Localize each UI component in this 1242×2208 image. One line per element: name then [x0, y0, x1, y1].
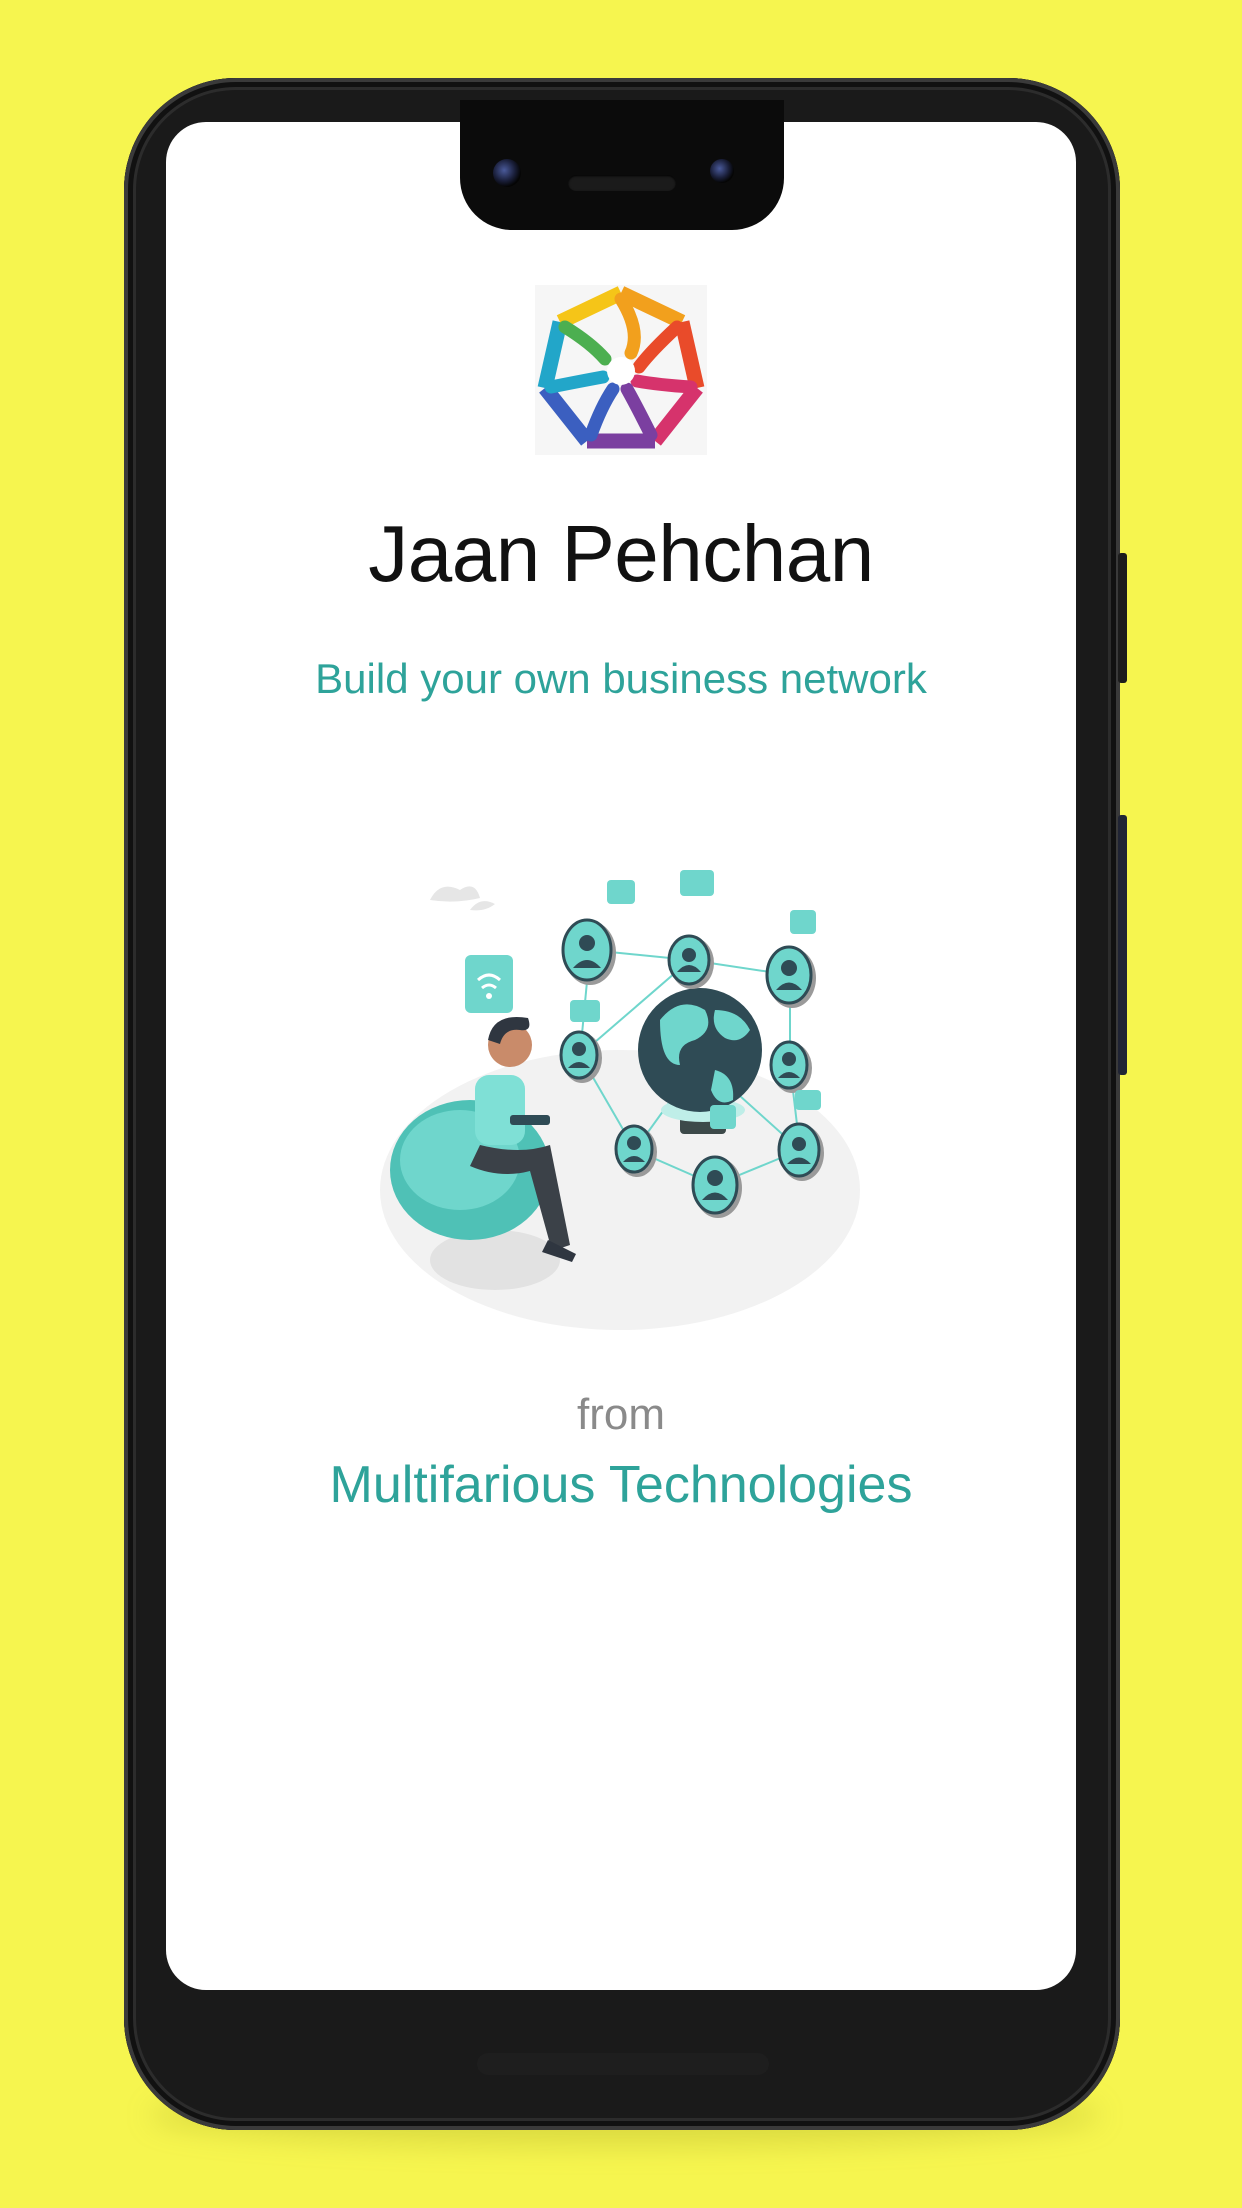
camera-notch: [460, 100, 784, 230]
bottom-speaker-bar: [477, 2053, 769, 2075]
front-camera-icon: [493, 159, 521, 187]
sensor-icon: [710, 159, 734, 183]
from-label: from: [577, 1390, 665, 1439]
app-tagline: Build your own business network: [315, 655, 927, 702]
app-title: Jaan Pehchan: [368, 509, 874, 598]
earpiece-speaker: [568, 175, 676, 191]
power-button: [1118, 553, 1127, 683]
company-name: Multifarious Technologies: [329, 1456, 913, 1514]
network-illustration-icon: [370, 860, 870, 1340]
app-logo-icon: [535, 285, 707, 455]
volume-button: [1118, 815, 1127, 1075]
